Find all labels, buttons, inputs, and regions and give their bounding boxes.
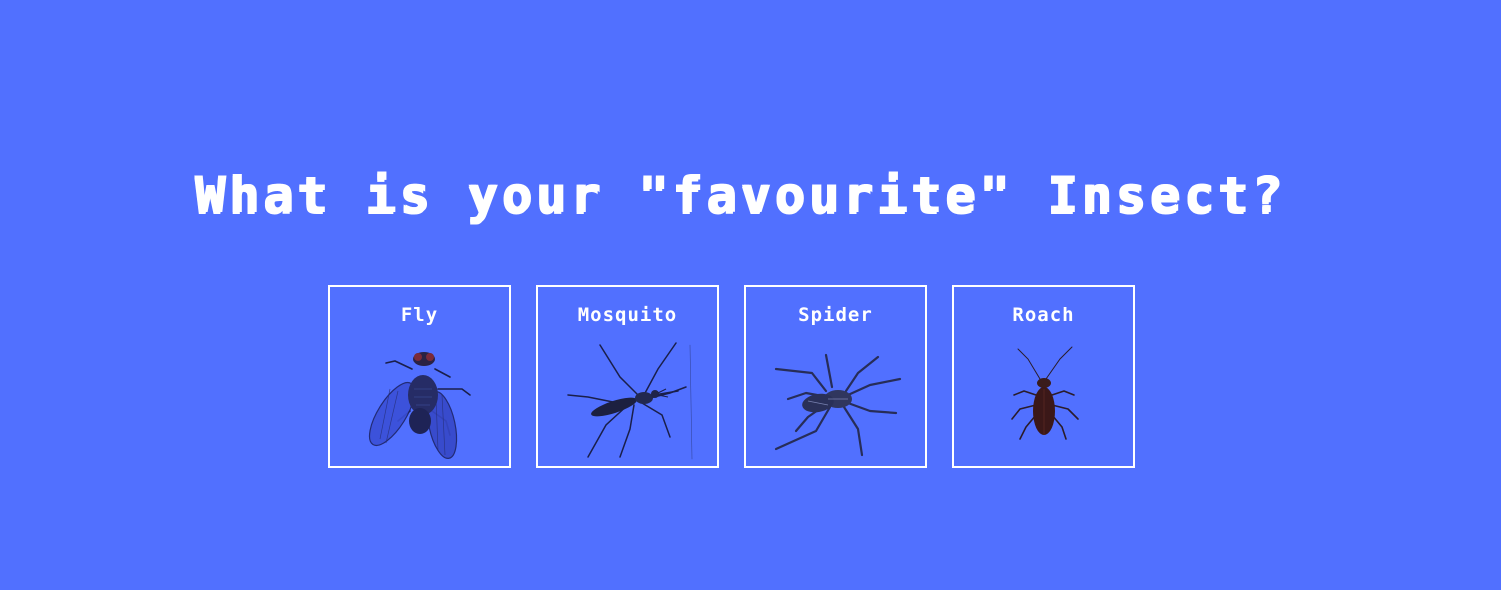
insect-option-roach[interactable]: Roach — [952, 285, 1135, 468]
insect-option-fly[interactable]: Fly — [328, 285, 511, 468]
insect-option-mosquito[interactable]: Mosquito — [536, 285, 719, 468]
spider-icon — [774, 353, 902, 457]
fly-icon — [368, 352, 471, 459]
roach-icon — [1011, 346, 1079, 440]
insect-options: Fly Mosquito Spider Roach — [328, 285, 1135, 468]
insect-option-label: Mosquito — [577, 304, 678, 326]
insect-option-label: Spider — [798, 304, 873, 326]
insect-option-label: Roach — [1012, 304, 1075, 326]
insect-option-label: Fly — [400, 304, 439, 326]
mosquito-icon — [567, 342, 693, 460]
page-title: What is your "favourite" Insect? — [194, 166, 1286, 224]
insect-option-spider[interactable]: Spider — [744, 285, 927, 468]
